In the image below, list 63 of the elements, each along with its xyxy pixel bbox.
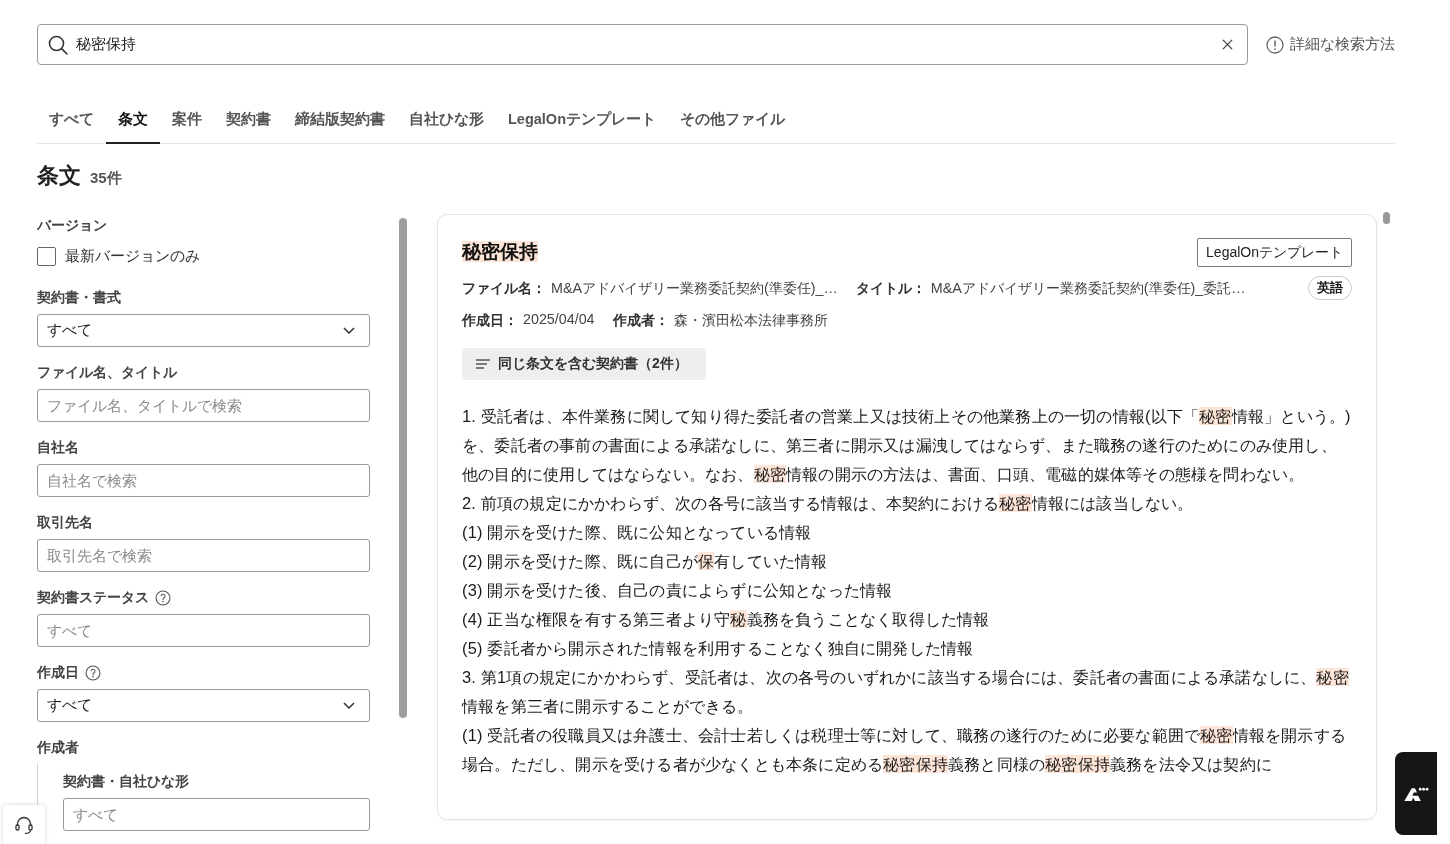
filter-label: 取引先名 xyxy=(37,514,93,532)
text-input[interactable]: すべて xyxy=(37,614,370,647)
related-contracts-button[interactable]: 同じ条文を含む契約書（2件） xyxy=(462,348,706,380)
dropdown[interactable]: すべて xyxy=(37,689,370,722)
chevron-down-icon xyxy=(343,327,355,334)
meta-value: 2025/04/04 xyxy=(523,310,595,329)
filter-label: 契約書・自社ひな形 xyxy=(63,773,189,791)
tab[interactable]: LegalOnテンプレート xyxy=(496,95,668,144)
meta-value: 森・濱田松本法律事務所 xyxy=(673,310,828,330)
tab[interactable]: 契約書 xyxy=(214,95,283,144)
clause-paragraph: 3. 第1項の規定にかかわらず、受託者は、次の各号のいずれかに該当する場合には、委託者の書面による承諾なしに、秘密 情報を第三者に開示することができる。 xyxy=(462,667,1350,717)
scrollbar-thumb[interactable] xyxy=(1383,212,1390,224)
chevron-down-icon xyxy=(343,702,355,709)
logo-icon[interactable] xyxy=(1395,752,1437,835)
tab[interactable]: 自社ひな形 xyxy=(397,95,496,144)
clause-paragraph: (3) 開示を受けた後、自己の責によらずに公知となった情報 xyxy=(462,580,894,601)
search-field[interactable]: 秘密保持 xyxy=(37,24,1248,65)
filter-label: バージョン xyxy=(37,217,107,235)
section-title: 条文 xyxy=(37,162,81,190)
tab[interactable]: 案件 xyxy=(160,95,214,144)
search-icon xyxy=(48,34,68,55)
meta-label: 作成日： xyxy=(462,310,518,330)
meta-label: ファイル名： xyxy=(462,278,546,298)
text-input[interactable]: 自社名で検索 xyxy=(37,464,370,497)
text-input[interactable]: すべて xyxy=(63,798,370,831)
filter-label: 作成者 xyxy=(37,739,79,757)
clause-paragraph: (2) 開示を受けた際、既に自己が保有していた情報 xyxy=(462,551,829,572)
text-input[interactable]: 取引先名で検索 xyxy=(37,539,370,572)
checkbox-label[interactable]: 最新バージョンのみ xyxy=(65,246,200,266)
help-icon[interactable] xyxy=(85,665,101,681)
clause-paragraph: 1. 受託者は、本件業務に関して知り得た委託者の営業上又は技術上その他業務上の一切の情報(以下「秘密情報」という。)を、委託者の事前の書面による承諾なしに、第三者に開示又は漏洩してはならず、また職務の遂行のためにのみ使用し、他の目的に使用してはならない。なお、秘密情報の開示の方法は、書面、口頭、電磁的媒体等その態様を問わない。 xyxy=(462,406,1352,485)
search-input[interactable]: 秘密保持 xyxy=(76,29,1214,60)
tab[interactable]: その他ファイル xyxy=(668,95,797,144)
filter-label: 作成日 xyxy=(37,664,79,682)
meta-label: タイトル： xyxy=(855,278,926,298)
meta-label: 作成者： xyxy=(612,310,669,330)
tab[interactable]: 条文 xyxy=(106,95,160,144)
dropdown[interactable]: すべて xyxy=(37,314,370,347)
list-icon xyxy=(476,359,490,369)
text-input[interactable]: ファイル名、タイトルで検索 xyxy=(37,389,370,422)
help-icon[interactable] xyxy=(155,590,171,606)
clause-paragraph: 2. 前項の規定にかかわらず、次の各号に該当する情報は、本契約における秘密情報には該当しない。 xyxy=(462,493,1195,514)
clause-paragraph: (5) 委託者から開示された情報を利用することなく独自に開発した情報 xyxy=(462,638,975,659)
meta-value: M&Aアドバイザリー業務委託契約(準委任)_委託… xyxy=(930,278,1246,298)
result-count: 35件 xyxy=(90,169,122,188)
filter-label: 自社名 xyxy=(37,439,79,457)
headset-icon[interactable] xyxy=(3,805,45,844)
info-icon xyxy=(1266,35,1284,54)
close-icon[interactable] xyxy=(1222,39,1233,50)
source-tag: LegalOnテンプレート xyxy=(1197,238,1352,267)
filter-label: ファイル名、タイトル xyxy=(37,364,177,382)
clause-paragraph: (1) 開示を受けた際、既に公知となっている情報 xyxy=(462,522,813,543)
clause-paragraph: (1) 受託者の役職員又は弁護士、会計士若しくは税理士等に対して、職務の遂行のために必要な範囲で秘密情報を開示する場合。ただし、開示を受ける者が少なくとも本条に定める秘密保持義務と同様の秘密保持義務を法令又は契約に xyxy=(462,725,1347,775)
tab[interactable]: 締結版契約書 xyxy=(283,95,397,144)
clause-paragraph: (4) 正当な権限を有する第三者より守秘義務を負うことなく取得した情報 xyxy=(462,609,991,630)
filter-label: 契約書・書式 xyxy=(37,289,121,307)
checkbox[interactable] xyxy=(37,246,56,266)
meta-value: M&Aアドバイザリー業務委託契約(準委任)_… xyxy=(551,278,838,298)
scrollbar-thumb[interactable] xyxy=(399,218,407,718)
search-help-link[interactable]: 詳細な検索方法 xyxy=(1266,35,1395,54)
filter-label: 契約書ステータス xyxy=(37,589,149,607)
clause-title: 秘密保持 xyxy=(462,240,538,264)
tab[interactable]: すべて xyxy=(37,95,106,144)
